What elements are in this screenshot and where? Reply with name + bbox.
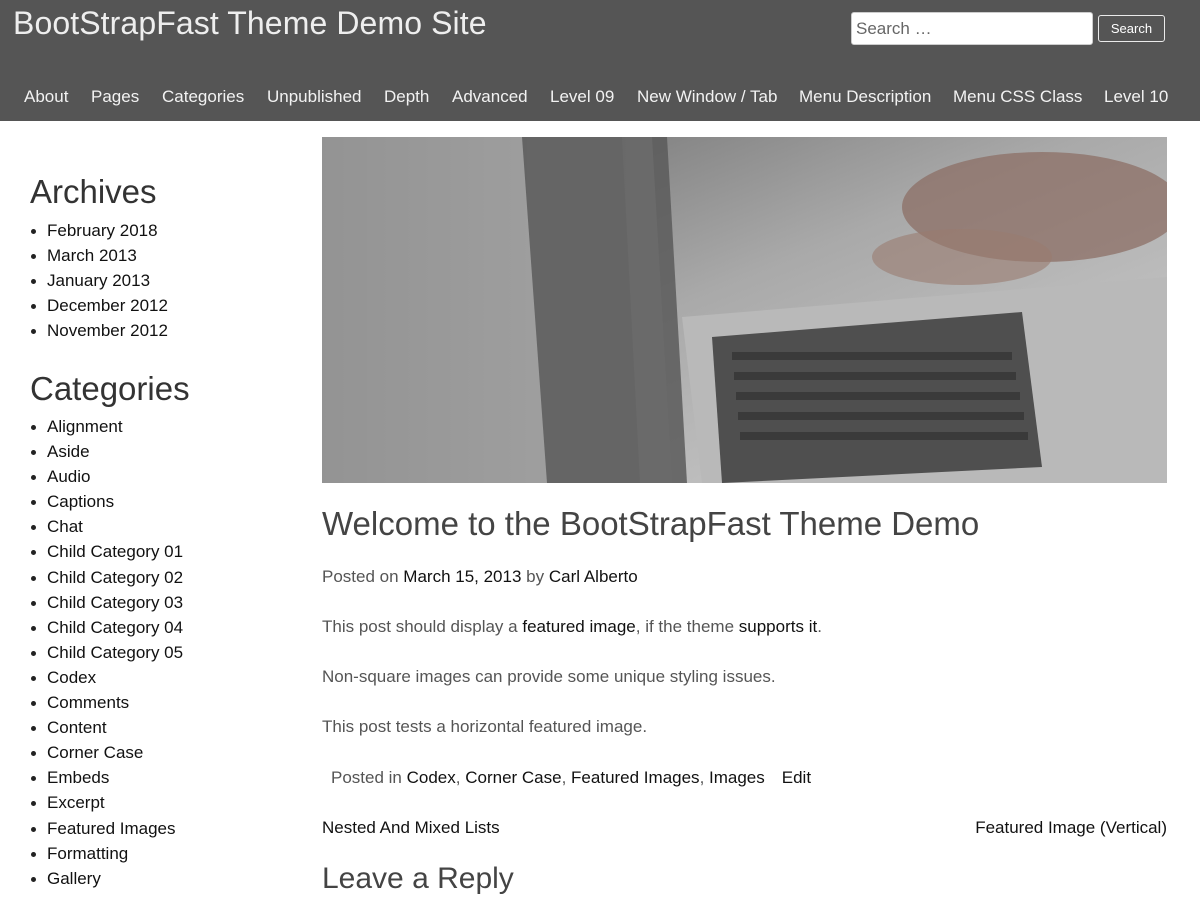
archive-item[interactable]: January 2013	[29, 270, 168, 295]
post-title: Welcome to the BootStrapFast Theme Demo	[322, 505, 980, 542]
post-paragraph: Non-square images can provide some uniqu…	[322, 667, 776, 686]
nav-item-pages[interactable]: Pages	[91, 87, 139, 107]
category-item[interactable]: Formatting	[29, 843, 183, 868]
nav-item-new-window-tab[interactable]: New Window / Tab	[637, 87, 777, 107]
nav-item-menu-css-class[interactable]: Menu CSS Class	[953, 87, 1082, 107]
category-item[interactable]: Child Category 05	[29, 642, 183, 667]
category-link[interactable]: Featured Images	[571, 768, 700, 787]
paragraph-text: This post should display a	[322, 617, 518, 636]
category-item[interactable]: Codex	[29, 667, 183, 692]
previous-post-link[interactable]: Nested And Mixed Lists	[322, 818, 500, 838]
category-item[interactable]: Embeds	[29, 767, 183, 792]
post-date-link[interactable]: March 15, 2013	[403, 567, 521, 586]
nav-item-unpublished[interactable]: Unpublished	[267, 87, 362, 107]
archive-item[interactable]: March 2013	[29, 245, 168, 270]
archive-item[interactable]: November 2012	[29, 320, 168, 345]
search-input[interactable]	[851, 12, 1093, 45]
archives-list: February 2018 March 2013 January 2013 De…	[29, 220, 168, 345]
nav-item-level-09[interactable]: Level 09	[550, 87, 614, 107]
site-title[interactable]: BootStrapFast Theme Demo Site	[13, 5, 487, 42]
edit-link[interactable]: Edit	[782, 768, 811, 787]
category-item[interactable]: Audio	[29, 466, 183, 491]
category-item[interactable]: Child Category 02	[29, 567, 183, 592]
category-item[interactable]: Comments	[29, 692, 183, 717]
next-post-link[interactable]: Featured Image (Vertical)	[975, 818, 1167, 838]
post-author-link[interactable]: Carl Alberto	[549, 567, 638, 586]
reply-title: Leave a Reply	[322, 862, 514, 895]
post-paragraph: This post tests a horizontal featured im…	[322, 717, 648, 736]
category-item[interactable]: Excerpt	[29, 792, 183, 817]
by-label: by	[526, 567, 545, 586]
category-item[interactable]: Captions	[29, 491, 183, 516]
post-footer: Posted in Codex, Corner Case, Featured I…	[331, 768, 812, 787]
category-item[interactable]: Featured Images	[29, 818, 183, 843]
category-item[interactable]: Alignment	[29, 416, 183, 441]
nav-item-level-10[interactable]: Level 10	[1104, 87, 1168, 107]
supports-it-link[interactable]: supports it	[739, 617, 817, 636]
category-item[interactable]: Corner Case	[29, 742, 183, 767]
archive-item[interactable]: February 2018	[29, 220, 168, 245]
post-meta: Posted on March 15, 2013 by Carl Alberto	[322, 567, 638, 587]
category-item[interactable]: Chat	[29, 516, 183, 541]
category-item[interactable]: Child Category 04	[29, 617, 183, 642]
main-navigation: About Pages Categories Unpublished Depth…	[0, 87, 1200, 111]
category-item[interactable]: Child Category 01	[29, 541, 183, 566]
categories-list: Alignment Aside Audio Captions Chat Chil…	[29, 416, 183, 893]
category-item[interactable]: Aside	[29, 441, 183, 466]
archive-item[interactable]: December 2012	[29, 295, 168, 320]
nav-item-menu-description[interactable]: Menu Description	[799, 87, 931, 107]
laptops-photo	[322, 137, 1167, 483]
archives-widget-title: Archives	[30, 173, 157, 210]
featured-image-link[interactable]: featured image	[522, 617, 635, 636]
category-link[interactable]: Codex	[407, 768, 456, 787]
posted-in-label: Posted in	[331, 768, 402, 787]
nav-item-advanced[interactable]: Advanced	[452, 87, 528, 107]
nav-item-about[interactable]: About	[24, 87, 68, 107]
category-link[interactable]: Corner Case	[465, 768, 561, 787]
categories-widget-title: Categories	[30, 370, 190, 407]
post-paragraph: This post should display a featured imag…	[322, 617, 822, 637]
paragraph-text: , if the theme	[635, 617, 735, 636]
posted-on-label: Posted on	[322, 567, 399, 586]
paragraph-text: .	[817, 617, 822, 636]
site-header: BootStrapFast Theme Demo Site Search Abo…	[0, 0, 1200, 121]
category-item[interactable]: Content	[29, 717, 183, 742]
category-link[interactable]: Images	[709, 768, 765, 787]
category-item[interactable]: Gallery	[29, 868, 183, 893]
nav-item-categories[interactable]: Categories	[162, 87, 244, 107]
featured-image	[322, 137, 1167, 483]
nav-item-depth[interactable]: Depth	[384, 87, 429, 107]
search-button[interactable]: Search	[1098, 15, 1165, 42]
category-item[interactable]: Child Category 03	[29, 592, 183, 617]
